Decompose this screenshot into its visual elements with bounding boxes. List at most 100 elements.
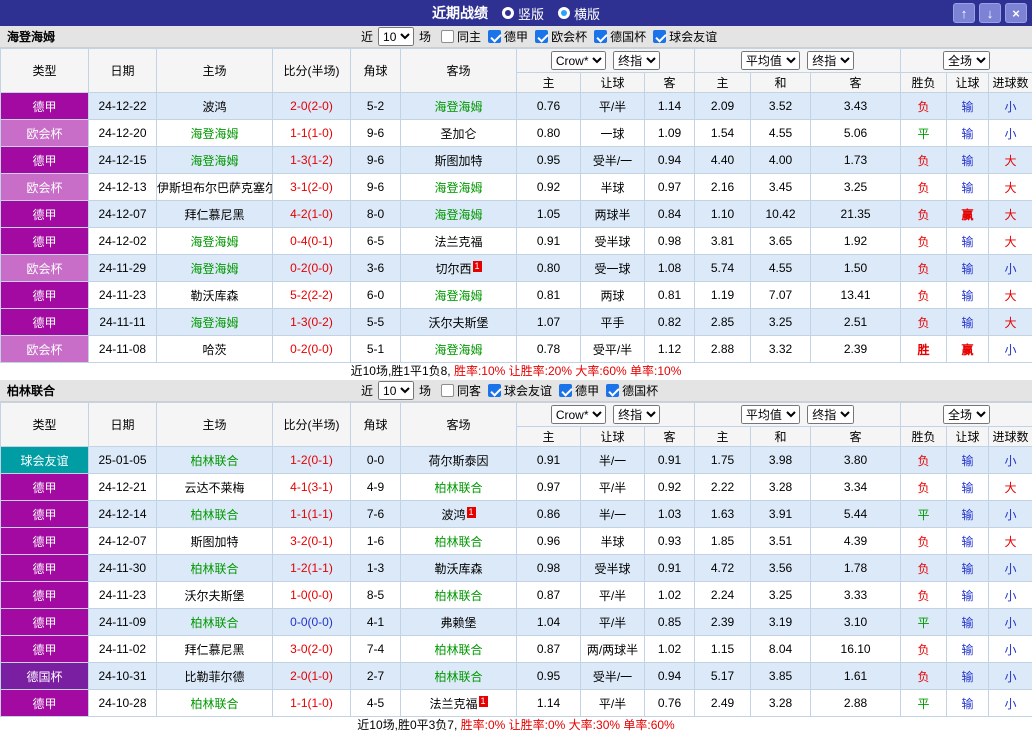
same-venue-checkbox[interactable]: 同客 xyxy=(441,382,481,399)
odds-company-select[interactable]: Crow* xyxy=(550,405,606,424)
recent-count-select[interactable]: 10 xyxy=(378,381,415,400)
score-cell: 1-0(0-0) xyxy=(272,581,351,609)
col-header-date: 日期 xyxy=(88,402,157,447)
avg-time-select[interactable]: 终指 xyxy=(807,51,855,70)
horizontal-layout-radio[interactable]: 横版 xyxy=(558,4,600,23)
league-filter-checkbox[interactable]: 德国杯 xyxy=(606,382,658,399)
goals-result-cell: 小 xyxy=(988,92,1032,120)
league-filter-checkbox[interactable]: 德甲 xyxy=(559,382,599,399)
league-filter-checkbox[interactable]: 球会友谊 xyxy=(653,28,717,45)
avg-draw-cell: 3.85 xyxy=(750,662,812,690)
league-type-cell: 德国杯 xyxy=(0,662,89,690)
away-team-cell: 法兰克福 1 xyxy=(400,689,517,717)
checkbox-label: 球会友谊 xyxy=(669,29,718,44)
handicap-cell: 两/两球半 xyxy=(580,635,645,663)
result-cell: 胜 xyxy=(900,335,948,363)
avg-home-cell: 5.74 xyxy=(694,254,752,282)
goals-result-cell: 小 xyxy=(988,635,1032,663)
league-filter-checkbox[interactable]: 德甲 xyxy=(488,28,528,45)
match-row: 德甲 24-12-07 斯图加特 3-2(0-1) 1-6 柏林联合 0.96 半球 0.93 1… xyxy=(0,527,1032,555)
home-team-cell: 柏林联合 xyxy=(156,554,273,582)
corner-cell: 2-7 xyxy=(350,662,401,690)
match-row: 德甲 24-10-28 柏林联合 1-1(1-0) 4-5 法兰克福 1 1.14 平/半 0.7… xyxy=(0,689,1032,717)
checkbox-icon xyxy=(653,29,667,43)
handicap-result-cell: 输 xyxy=(946,608,990,636)
scope-select[interactable]: 全场 xyxy=(943,51,991,70)
red-card-badge: 1 xyxy=(478,695,488,707)
league-filter-group: 球会友谊 德甲 德国杯 xyxy=(481,382,658,400)
team-name: 波鸿 xyxy=(441,507,466,522)
league-type-cell: 德甲 xyxy=(0,554,89,582)
away-odds-cell: 1.03 xyxy=(643,500,696,528)
handicap-result-cell: 输 xyxy=(946,554,990,582)
home-odds-cell: 0.95 xyxy=(516,146,581,174)
score-cell: 1-3(1-2) xyxy=(272,146,351,174)
avg-draw-cell: 10.42 xyxy=(750,200,812,228)
odds-source-header: Crow* 终指 xyxy=(515,402,696,427)
same-venue-checkbox[interactable]: 同主 xyxy=(441,28,481,45)
away-team-cell: 法兰克福 xyxy=(400,227,517,255)
close-button[interactable]: × xyxy=(1005,3,1027,23)
goals-result-cell: 小 xyxy=(988,581,1032,609)
goals-result-cell: 大 xyxy=(988,308,1032,336)
avg-away-cell: 4.39 xyxy=(810,527,902,555)
home-team-cell: 海登海姆 xyxy=(156,308,273,336)
home-odds-cell: 0.81 xyxy=(516,281,581,309)
match-row: 德甲 24-12-21 云达不莱梅 4-1(3-1) 4-9 柏林联合 0.97 平/半 0.9… xyxy=(0,473,1032,501)
odds-time-select[interactable]: 终指 xyxy=(613,405,661,424)
summary-line: 近10场,胜0平3负7, 胜率:0% 让胜率:0% 大率:30% 单率:60% xyxy=(0,717,1032,732)
summary-rates: 胜率:0% 让胜率:0% 大率:30% 单率:60% xyxy=(460,718,675,732)
recent-count-select[interactable]: 10 xyxy=(378,27,415,46)
team-section-heidenheim: 海登海姆 近 10 场 同主 德甲 欧会杯 德国杯 球会友谊 类型 日期 主场 比分(… xyxy=(0,26,1032,380)
team-name: 海登海姆 xyxy=(190,315,239,330)
home-team-cell: 柏林联合 xyxy=(156,689,273,717)
match-row: 球会友谊 25-01-05 柏林联合 1-2(0-1) 0-0 荷尔斯泰因 0.91 半/一 0… xyxy=(0,446,1032,474)
match-row: 德甲 24-12-22 波鸿 2-0(2-0) 5-2 海登海姆 0.76 平/半 1.14 2.… xyxy=(0,92,1032,120)
scope-select[interactable]: 全场 xyxy=(943,405,991,424)
avg-select[interactable]: 平均值 xyxy=(740,405,800,424)
league-filter-checkbox[interactable]: 欧会杯 xyxy=(535,28,587,45)
team-name: 海登海姆 xyxy=(434,288,483,303)
home-odds-cell: 0.78 xyxy=(516,335,581,363)
date-cell: 24-11-02 xyxy=(88,635,157,663)
col-header-result: 胜负 xyxy=(900,72,948,93)
handicap-cell: 受半/一 xyxy=(580,662,645,690)
home-odds-cell: 0.87 xyxy=(516,581,581,609)
away-odds-cell: 0.92 xyxy=(643,473,696,501)
home-team-cell: 拜仁慕尼黑 xyxy=(156,635,273,663)
league-filter-checkbox[interactable]: 德国杯 xyxy=(594,28,646,45)
team-name: 柏林联合 xyxy=(190,507,239,522)
summary-rates: 胜率:10% 让胜率:20% 大率:60% 单率:10% xyxy=(453,364,682,378)
away-odds-cell: 0.94 xyxy=(643,146,696,174)
avg-select[interactable]: 平均值 xyxy=(740,51,800,70)
odds-company-select[interactable]: Crow* xyxy=(550,51,606,70)
avg-draw-cell: 3.52 xyxy=(750,92,812,120)
goals-result-cell: 大 xyxy=(988,281,1032,309)
handicap-cell: 半/一 xyxy=(580,500,645,528)
league-filter-checkbox[interactable]: 球会友谊 xyxy=(488,382,552,399)
home-team-cell: 海登海姆 xyxy=(156,146,273,174)
avg-away-cell: 2.51 xyxy=(810,308,902,336)
team-name: 沃尔夫斯堡 xyxy=(184,588,245,603)
match-row: 德甲 24-11-02 拜仁慕尼黑 3-0(2-0) 7-4 柏林联合 0.87 两/两球半 1… xyxy=(0,635,1032,663)
team-name: 柏林联合 xyxy=(190,696,239,711)
away-team-cell: 切尔西 1 xyxy=(400,254,517,282)
filter-bar: 近 10 场 同主 德甲 欧会杯 德国杯 球会友谊 xyxy=(358,27,717,46)
checkbox-label: 球会友谊 xyxy=(504,383,553,398)
avg-time-select[interactable]: 终指 xyxy=(807,405,855,424)
col-header-goals-result: 进球数 xyxy=(988,72,1032,93)
team-name: 哈茨 xyxy=(202,342,227,357)
away-odds-cell: 0.81 xyxy=(643,281,696,309)
scroll-down-button[interactable]: ↓ xyxy=(979,3,1001,23)
team-name: 柏林联合 xyxy=(190,615,239,630)
league-type-cell: 德甲 xyxy=(0,581,89,609)
vertical-layout-radio[interactable]: 竖版 xyxy=(501,4,544,23)
away-odds-cell: 0.93 xyxy=(643,527,696,555)
checkbox-icon xyxy=(441,384,455,397)
col-header-type: 类型 xyxy=(0,402,89,447)
handicap-result-cell: 输 xyxy=(946,635,990,663)
col-header-date: 日期 xyxy=(88,48,157,93)
col-header-away-odds: 客 xyxy=(643,426,696,447)
odds-time-select[interactable]: 终指 xyxy=(613,51,661,70)
scroll-up-button[interactable]: ↑ xyxy=(953,3,975,23)
